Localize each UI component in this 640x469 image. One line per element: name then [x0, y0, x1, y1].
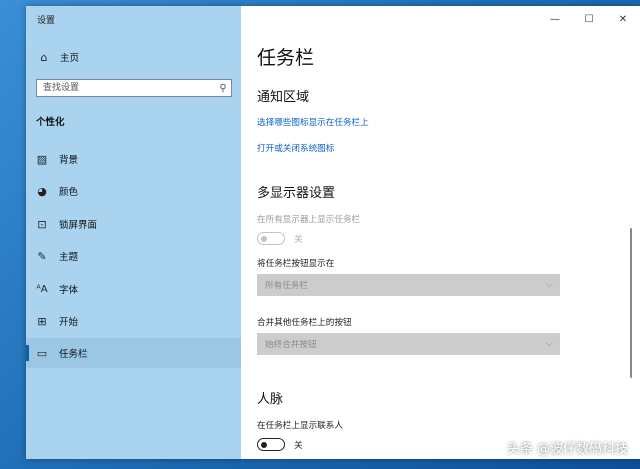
settings-window: 设置 ⌂ 主页 ⚲ 个性化 ▨ 背景 ◕ 颜色 ⊡ 锁屏界面 ✎ 主题 ᴬA 字…	[26, 6, 640, 459]
search-icon[interactable]: ⚲	[215, 83, 231, 94]
section-heading-notification-area: 通知区域	[257, 90, 310, 105]
search-box[interactable]: ⚲	[36, 79, 232, 97]
sidebar-item-taskbar[interactable]: ▭ 任务栏	[26, 338, 241, 368]
toggle-track[interactable]	[257, 438, 285, 451]
sidebar-item-label: 颜色	[59, 187, 79, 198]
show-contacts-label: 在任务栏上显示联系人	[257, 421, 343, 431]
home-icon: ⌂	[40, 50, 48, 64]
show-contacts-toggle[interactable]: 关	[257, 438, 303, 451]
sidebar-item-home[interactable]: ⌂ 主页	[26, 46, 241, 68]
close-button[interactable]: ✕	[606, 6, 640, 32]
show-taskbar-all-displays-label: 在所有显示器上显示任务栏	[257, 215, 361, 225]
show-buttons-on-dropdown[interactable]: 所有任务栏 ⌵	[257, 274, 560, 296]
palette-icon: ◕	[37, 184, 47, 198]
sidebar-item-background[interactable]: ▨ 背景	[26, 144, 241, 174]
toggle-state: 关	[294, 440, 303, 451]
sidebar-item-themes[interactable]: ✎ 主题	[26, 241, 241, 271]
window-controls: — ☐ ✕	[538, 6, 640, 32]
show-buttons-on-label: 将任务栏按钮显示在	[257, 259, 335, 269]
dropdown-value: 始终合并按钮	[265, 340, 317, 350]
scrollbar[interactable]	[630, 228, 632, 378]
chevron-down-icon: ⌵	[545, 339, 553, 349]
sidebar-item-colors[interactable]: ◕ 颜色	[26, 176, 241, 206]
toggle-state: 关	[294, 234, 303, 245]
search-input[interactable]	[37, 79, 215, 97]
sidebar-item-label: 锁屏界面	[59, 220, 98, 231]
section-heading-multi-display: 多显示器设置	[257, 186, 336, 201]
sidebar-item-fonts[interactable]: ᴬA 字体	[26, 274, 241, 304]
sidebar-item-label: 主题	[59, 252, 79, 263]
chevron-down-icon: ⌵	[545, 280, 553, 290]
show-taskbar-all-displays-toggle[interactable]: 关	[257, 232, 303, 245]
sidebar-item-start[interactable]: ⊞ 开始	[26, 306, 241, 336]
choose-taskbar-icons-link[interactable]: 选择哪些图标显示在任务栏上	[257, 116, 369, 128]
image-icon: ▨	[36, 152, 48, 166]
sidebar-item-label: 背景	[59, 155, 79, 166]
start-icon: ⊞	[37, 314, 47, 328]
combine-buttons-label: 合并其他任务栏上的按钮	[257, 318, 352, 328]
window-title: 设置	[37, 16, 56, 26]
page-title: 任务栏	[257, 47, 315, 69]
section-title: 个性化	[36, 117, 65, 128]
watermark-text: 头条 @波仔数码科技	[506, 442, 628, 457]
toggle-track[interactable]	[257, 232, 285, 245]
toggle-knob	[261, 441, 267, 448]
minimize-button[interactable]: —	[538, 6, 572, 32]
sidebar: 设置 ⌂ 主页 ⚲ 个性化 ▨ 背景 ◕ 颜色 ⊡ 锁屏界面 ✎ 主题 ᴬA 字…	[26, 6, 241, 459]
sidebar-item-label: 主页	[60, 53, 80, 64]
dropdown-value: 所有任务栏	[265, 281, 308, 291]
toggle-knob	[261, 235, 267, 242]
maximize-button[interactable]: ☐	[572, 6, 606, 32]
sidebar-item-label: 开始	[59, 317, 79, 328]
font-icon: ᴬA	[36, 283, 48, 295]
taskbar-icon: ▭	[36, 346, 48, 360]
section-heading-people: 人脉	[257, 392, 284, 407]
lock-screen-icon: ⊡	[37, 217, 47, 231]
combine-buttons-dropdown[interactable]: 始终合并按钮 ⌵	[257, 333, 560, 355]
sidebar-item-lock-screen[interactable]: ⊡ 锁屏界面	[26, 209, 241, 239]
sidebar-item-label: 字体	[59, 285, 79, 296]
brush-icon: ✎	[37, 249, 47, 263]
sidebar-item-label: 任务栏	[59, 349, 88, 360]
system-icons-link[interactable]: 打开或关闭系统图标	[257, 142, 334, 154]
content-pane: — ☐ ✕ 任务栏 通知区域 选择哪些图标显示在任务栏上 打开或关闭系统图标 多…	[241, 6, 640, 459]
